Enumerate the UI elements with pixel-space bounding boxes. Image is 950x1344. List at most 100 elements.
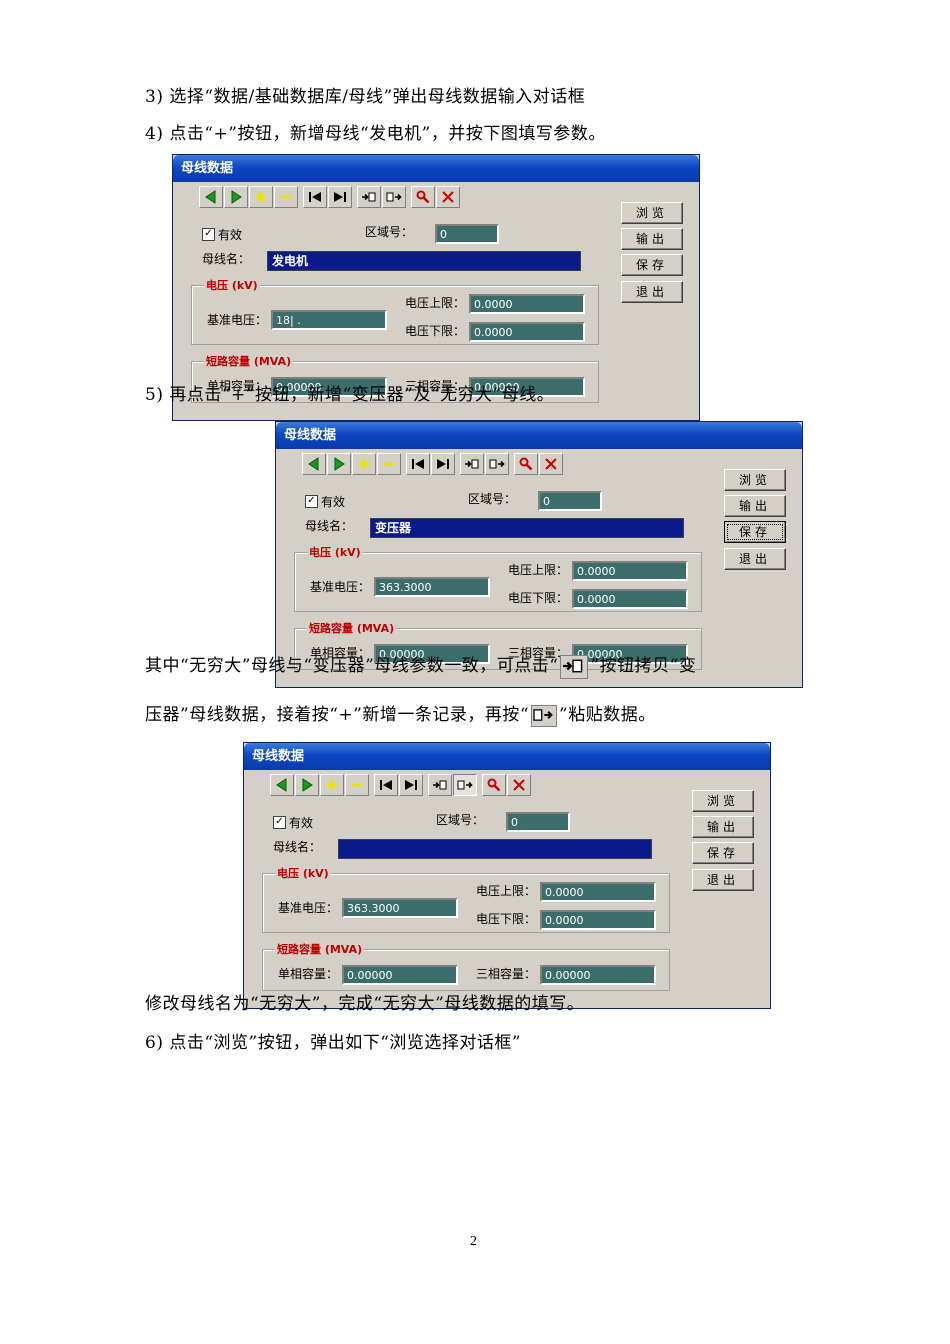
area-field[interactable]: 0 <box>435 224 499 244</box>
next-button[interactable] <box>224 186 248 208</box>
single-phase-field[interactable]: 0.00000 <box>342 965 458 985</box>
delete-button[interactable] <box>377 453 401 475</box>
bus-name-field[interactable]: 变压器 <box>370 518 684 538</box>
browse-button[interactable]: 浏览 <box>621 202 683 224</box>
paste-instruction-tail: ”粘贴数据。 <box>559 705 656 725</box>
next-icon <box>302 778 313 792</box>
bus-name-field[interactable] <box>338 839 652 859</box>
valid-checkbox[interactable]: ✓ <box>273 816 286 829</box>
valid-label: 有效 <box>289 816 314 830</box>
area-label: 区域号： <box>468 492 517 506</box>
short-circuit-group-title: 短路容量 (MVA) <box>275 941 365 957</box>
paste-button[interactable] <box>453 774 477 796</box>
next-icon <box>231 190 242 204</box>
bus-name-label: 母线名： <box>273 840 322 854</box>
paste-button[interactable] <box>382 186 406 208</box>
vmax-label: 电压上限： <box>405 296 466 310</box>
base-voltage-label: 基准电压： <box>310 580 371 594</box>
copy-button[interactable] <box>357 186 381 208</box>
close-button[interactable] <box>436 186 460 208</box>
vmax-field[interactable]: 0.0000 <box>572 561 688 581</box>
copy-instruction-line: 其中“无穷大”母线与“变压器”母线参数一致，可点击“ ”按钮拷贝“变 <box>145 651 696 679</box>
prev-button[interactable] <box>270 774 294 796</box>
step-3-text: 3) 选择“数据/基础数据库/母线”弹出母线数据输入对话框 <box>145 87 586 107</box>
valid-checkbox[interactable]: ✓ <box>202 228 215 241</box>
search-icon <box>416 190 430 204</box>
copy-button[interactable] <box>460 453 484 475</box>
save-button[interactable]: 保存 <box>621 254 683 276</box>
vmin-field[interactable]: 0.0000 <box>572 589 688 609</box>
base-voltage-field[interactable]: 363.3000 <box>342 898 458 918</box>
vmin-field[interactable]: 0.0000 <box>469 322 585 342</box>
delete-icon <box>352 783 362 787</box>
prev-icon <box>205 190 216 204</box>
prev-button[interactable] <box>199 186 223 208</box>
three-phase-label: 三相容量： <box>476 967 537 981</box>
last-icon <box>405 780 417 790</box>
output-button[interactable]: 输出 <box>692 816 754 838</box>
bus-data-dialog-2: 母线数据 ✓ 有效 区域号： 0 母线名： 变压器 电压 (kV) 基准电压： … <box>275 421 803 688</box>
toolbar <box>199 186 460 210</box>
vmax-field[interactable]: 0.0000 <box>469 294 585 314</box>
delete-button[interactable] <box>274 186 298 208</box>
exit-button[interactable]: 退出 <box>724 548 786 570</box>
browse-button[interactable]: 浏览 <box>692 790 754 812</box>
last-icon <box>437 459 449 469</box>
add-button[interactable] <box>320 774 344 796</box>
base-voltage-field[interactable]: 363.3000 <box>374 577 490 597</box>
next-button[interactable] <box>327 453 351 475</box>
copy-icon <box>362 192 376 202</box>
paste-button[interactable] <box>485 453 509 475</box>
voltage-group-title: 电压 (kV) <box>275 865 331 881</box>
vmin-label: 电压下限： <box>405 324 466 338</box>
last-button[interactable] <box>399 774 423 796</box>
valid-label: 有效 <box>218 228 243 242</box>
bus-name-label: 母线名： <box>305 519 354 533</box>
vmax-field[interactable]: 0.0000 <box>540 882 656 902</box>
search-button[interactable] <box>411 186 435 208</box>
last-button[interactable] <box>431 453 455 475</box>
browse-button[interactable]: 浏览 <box>724 469 786 491</box>
short-circuit-group-title: 短路容量 (MVA) <box>204 353 294 369</box>
copy-instruction-tail: ”按钮拷贝“变 <box>590 656 697 676</box>
paste-instruction-line: 压器”母线数据，接着按“+”新增一条记录，再按“ ”粘贴数据。 <box>145 700 656 727</box>
area-field[interactable]: 0 <box>538 491 602 511</box>
delete-icon <box>384 462 394 466</box>
bus-data-dialog-3: 母线数据 ✓ 有效 区域号： 0 母线名： 电压 (kV) 基准电压： 363.… <box>243 742 771 1009</box>
close-button[interactable] <box>539 453 563 475</box>
rename-text: 修改母线名为“无穷大”，完成“无穷大”母线数据的填写。 <box>145 994 585 1014</box>
save-button[interactable]: 保存 <box>724 521 786 543</box>
area-field[interactable]: 0 <box>506 812 570 832</box>
first-button[interactable] <box>374 774 398 796</box>
output-button[interactable]: 输出 <box>724 495 786 517</box>
search-button[interactable] <box>482 774 506 796</box>
bus-name-field[interactable]: 发电机 <box>267 251 581 271</box>
save-button[interactable]: 保存 <box>692 842 754 864</box>
prev-button[interactable] <box>302 453 326 475</box>
dialog-title: 母线数据 <box>244 743 770 770</box>
first-button[interactable] <box>406 453 430 475</box>
close-button[interactable] <box>507 774 531 796</box>
copy-instruction-text: 其中“无穷大”母线与“变压器”母线参数一致，可点击“ <box>145 656 559 676</box>
first-button[interactable] <box>303 186 327 208</box>
paste-icon <box>489 459 505 469</box>
copy-button[interactable] <box>428 774 452 796</box>
add-button[interactable] <box>249 186 273 208</box>
exit-button[interactable]: 退出 <box>692 869 754 891</box>
delete-button[interactable] <box>345 774 369 796</box>
exit-button[interactable]: 退出 <box>621 281 683 303</box>
copy-inline-icon <box>560 654 589 679</box>
next-button[interactable] <box>295 774 319 796</box>
valid-checkbox[interactable]: ✓ <box>305 495 318 508</box>
dialog-title: 母线数据 <box>173 155 699 182</box>
vmin-field[interactable]: 0.0000 <box>540 910 656 930</box>
three-phase-field[interactable]: 0.00000 <box>540 965 656 985</box>
output-button[interactable]: 输出 <box>621 228 683 250</box>
vmin-label: 电压下限： <box>508 591 569 605</box>
last-button[interactable] <box>328 186 352 208</box>
search-button[interactable] <box>514 453 538 475</box>
add-button[interactable] <box>352 453 376 475</box>
base-voltage-field[interactable]: 18| . <box>271 310 387 330</box>
paste-icon <box>457 780 473 790</box>
step-5-text: 5) 再点击“+”按钮，新增“变压器”及“无穷大”母线。 <box>145 385 555 405</box>
